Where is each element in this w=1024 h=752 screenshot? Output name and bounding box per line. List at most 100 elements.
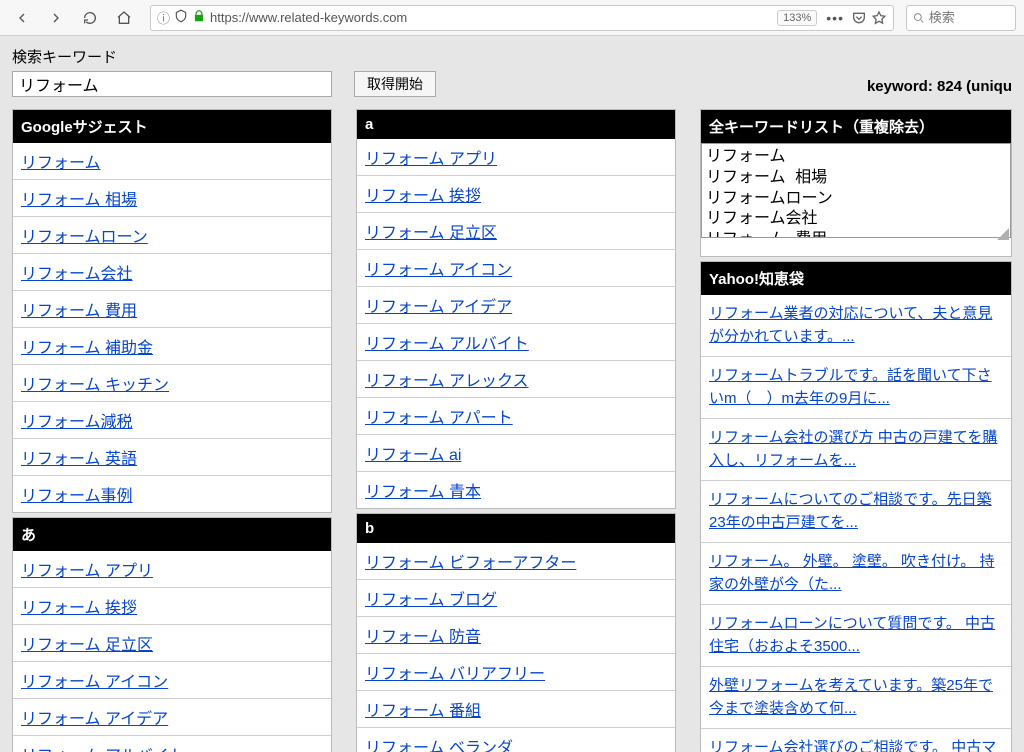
keyword-link[interactable]: リフォーム バリアフリー	[365, 666, 545, 683]
keyword-link[interactable]: リフォーム アパート	[365, 410, 513, 427]
keyword-link[interactable]: リフォーム アルバイト	[365, 336, 529, 353]
keyword-link[interactable]: リフォーム 足立区	[365, 225, 497, 242]
column-middle: a リフォーム アプリリフォーム 挨拶リフォーム 足立区リフォーム アイコンリフ…	[356, 109, 676, 752]
all-keywords-textarea[interactable]	[701, 143, 1011, 238]
keyword-link[interactable]: リフォーム業者の対応について、夫と意見が分かれています。...	[709, 305, 992, 345]
a-hiragana-list: リフォーム アプリリフォーム 挨拶リフォーム 足立区リフォーム アイコンリフォー…	[13, 551, 331, 752]
list-item: リフォーム 挨拶	[13, 588, 331, 625]
keyword-link[interactable]: リフォーム アイコン	[21, 674, 168, 691]
keyword-link[interactable]: リフォーム ai	[365, 447, 461, 464]
keyword-link[interactable]: リフォーム 番組	[365, 703, 481, 720]
keyword-link[interactable]: リフォーム 挨拶	[365, 188, 481, 205]
keyword-link[interactable]: リフォーム会社選びのご相談です。 中古マンションを購入し、...	[709, 739, 996, 752]
keyword-link[interactable]: リフォーム キッチン	[21, 377, 169, 394]
list-item: リフォーム バリアフリー	[357, 654, 675, 691]
keyword-link[interactable]: 外壁リフォームを考えています。築25年で今まで塗装含めて何...	[709, 677, 993, 717]
keyword-link[interactable]: リフォーム	[21, 155, 101, 172]
keyword-link[interactable]: リフォーム会社	[21, 266, 133, 283]
shield-icon[interactable]	[174, 9, 188, 27]
keyword-link[interactable]: リフォーム アプリ	[365, 151, 497, 168]
keyword-link[interactable]: リフォーム ブログ	[365, 592, 497, 609]
list-item: リフォーム アプリ	[357, 139, 675, 176]
google-suggest-list: リフォームリフォーム 相場リフォームローンリフォーム会社リフォーム 費用リフォー…	[13, 143, 331, 512]
keyword-link[interactable]: リフォーム アルバイト	[21, 748, 185, 752]
column-left: Googleサジェスト リフォームリフォーム 相場リフォームローンリフォーム会社…	[12, 109, 332, 752]
keyword-link[interactable]: リフォーム アイデア	[365, 299, 512, 316]
keyword-link[interactable]: リフォームローン	[21, 229, 148, 246]
a-hiragana-header: あ	[13, 518, 331, 551]
keyword-link[interactable]: リフォーム 費用	[21, 303, 137, 320]
bookmark-star-icon[interactable]	[871, 10, 887, 26]
b-header: b	[357, 514, 675, 543]
keyword-link[interactable]: リフォーム。 外壁。 塗壁。 吹き付け。 持家の外壁が今（た...	[709, 553, 994, 593]
list-item: リフォーム キッチン	[13, 365, 331, 402]
list-item: リフォーム会社の選び方 中古の戸建てを購入し、リフォームを...	[701, 419, 1011, 481]
keyword-link[interactable]: リフォーム ベランダ	[365, 740, 513, 752]
browser-search-box[interactable]	[906, 5, 1016, 31]
keyword-link[interactable]: リフォームトラブルです。話を聞いて下さいm（ ）m去年の9月に...	[709, 367, 992, 407]
address-bar[interactable]: ⓘ https://www.related-keywords.com 133% …	[150, 5, 894, 31]
list-item: リフォーム事例	[13, 476, 331, 512]
keyword-link[interactable]: リフォーム 青本	[365, 484, 481, 501]
pocket-icon[interactable]	[851, 10, 867, 26]
keyword-link[interactable]: リフォームについてのご相談です。先日築23年の中古戸建てを...	[709, 491, 992, 531]
keyword-link[interactable]: リフォーム 挨拶	[21, 600, 137, 617]
list-item: リフォーム会社	[13, 254, 331, 291]
list-item: リフォーム 挨拶	[357, 176, 675, 213]
page-actions-icon[interactable]: •••	[823, 10, 847, 26]
a-hiragana-panel: あ リフォーム アプリリフォーム 挨拶リフォーム 足立区リフォーム アイコンリフ…	[12, 517, 332, 752]
list-item: リフォーム 相場	[13, 180, 331, 217]
all-keywords-header: 全キーワードリスト（重複除去）	[701, 110, 1011, 143]
lock-icon	[192, 9, 206, 27]
reload-button[interactable]	[76, 5, 104, 31]
back-button[interactable]	[8, 5, 36, 31]
keyword-link[interactable]: リフォーム アプリ	[21, 563, 153, 580]
list-item: リフォーム ブログ	[357, 580, 675, 617]
keyword-link[interactable]: リフォーム アレックス	[365, 373, 529, 390]
browser-search-input[interactable]	[929, 10, 1009, 25]
list-item: リフォーム アプリ	[13, 551, 331, 588]
keyword-link[interactable]: リフォームローンについて質問です。 中古住宅（おおよそ3500...	[709, 615, 995, 655]
keyword-link[interactable]: リフォーム 補助金	[21, 340, 153, 357]
site-info-icon[interactable]: ⓘ	[157, 8, 170, 27]
list-item: リフォーム ビフォーアフター	[357, 543, 675, 580]
list-item: リフォーム会社選びのご相談です。 中古マンションを購入し、...	[701, 729, 1011, 752]
list-item: リフォーム 費用	[13, 291, 331, 328]
keyword-link[interactable]: リフォーム 英語	[21, 451, 137, 468]
keyword-link[interactable]: リフォーム減税	[21, 414, 133, 431]
list-item: リフォームローン	[13, 217, 331, 254]
all-keywords-panel: 全キーワードリスト（重複除去）	[700, 109, 1012, 257]
zoom-badge[interactable]: 133%	[777, 10, 817, 26]
keyword-link[interactable]: リフォーム会社の選び方 中古の戸建てを購入し、リフォームを...	[709, 429, 997, 469]
start-button[interactable]: 取得開始	[354, 71, 436, 97]
list-item: リフォーム アパート	[357, 398, 675, 435]
list-item: リフォーム アイコン	[13, 662, 331, 699]
list-item: 外壁リフォームを考えています。築25年で今まで塗装含めて何...	[701, 667, 1011, 729]
keyword-link[interactable]: リフォーム アイコン	[365, 262, 512, 279]
a-list: リフォーム アプリリフォーム 挨拶リフォーム 足立区リフォーム アイコンリフォー…	[357, 139, 675, 508]
keyword-link[interactable]: リフォーム 足立区	[21, 637, 153, 654]
list-item: リフォームローンについて質問です。 中古住宅（おおよそ3500...	[701, 605, 1011, 667]
columns: Googleサジェスト リフォームリフォーム 相場リフォームローンリフォーム会社…	[12, 109, 1012, 752]
home-button[interactable]	[110, 5, 138, 31]
keyword-link[interactable]: リフォーム アイデア	[21, 711, 168, 728]
yahoo-chiebukuro-list: リフォーム業者の対応について、夫と意見が分かれています。... リフォームトラブル…	[701, 295, 1011, 752]
list-item: リフォーム業者の対応について、夫と意見が分かれています。...	[701, 295, 1011, 357]
keyword-link[interactable]: リフォーム事例	[21, 488, 133, 505]
keyword-link[interactable]: リフォーム ビフォーアフター	[365, 555, 576, 572]
keyword-link[interactable]: リフォーム 防音	[365, 629, 481, 646]
list-item: リフォーム 防音	[357, 617, 675, 654]
b-list: リフォーム ビフォーアフターリフォーム ブログリフォーム 防音リフォーム バリア…	[357, 543, 675, 752]
yahoo-chiebukuro-header: Yahoo!知恵袋	[701, 262, 1011, 295]
list-item: リフォームトラブルです。話を聞いて下さいm（ ）m去年の9月に...	[701, 357, 1011, 419]
list-item: リフォーム	[13, 143, 331, 180]
b-panel: b リフォーム ビフォーアフターリフォーム ブログリフォーム 防音リフォーム バ…	[356, 513, 676, 752]
search-label: 検索キーワード	[12, 46, 436, 67]
list-item: リフォーム ベランダ	[357, 728, 675, 752]
keyword-input[interactable]	[12, 71, 332, 97]
column-right: 全キーワードリスト（重複除去） Yahoo!知恵袋 リフォーム業者の対応について…	[700, 109, 1012, 752]
google-suggest-panel: Googleサジェスト リフォームリフォーム 相場リフォームローンリフォーム会社…	[12, 109, 332, 513]
forward-button[interactable]	[42, 5, 70, 31]
url-text: https://www.related-keywords.com	[210, 10, 773, 25]
keyword-link[interactable]: リフォーム 相場	[21, 192, 137, 209]
